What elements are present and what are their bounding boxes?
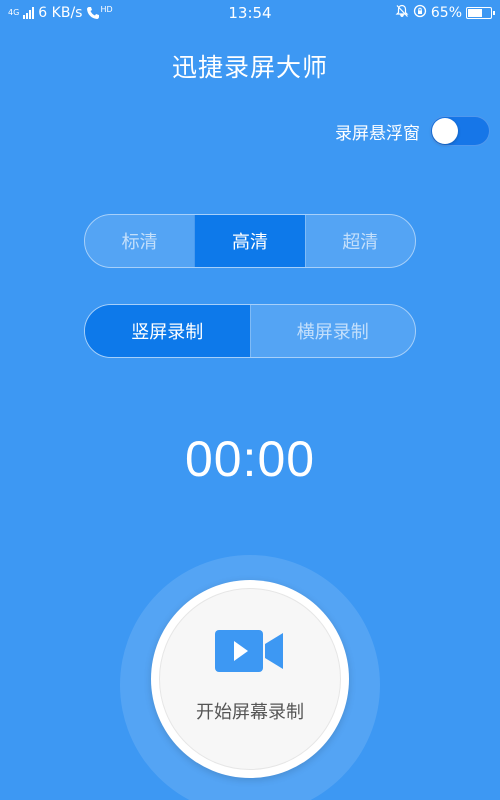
hd-badge: HD: [100, 5, 113, 14]
orientation-option-landscape[interactable]: 横屏录制: [249, 305, 415, 357]
start-recording-button[interactable]: 开始屏幕录制: [151, 580, 349, 778]
recording-timer: 00:00: [184, 431, 316, 487]
battery-percent: 65%: [430, 5, 462, 21]
toggle-knob: [432, 118, 458, 144]
floating-window-row: 录屏悬浮窗: [335, 116, 490, 146]
orientation-option-portrait[interactable]: 竖屏录制: [85, 305, 250, 357]
status-bar: 4G 6 KB/s HD 13:54 65%: [0, 0, 500, 26]
app-title: 迅捷录屏大师: [171, 53, 328, 82]
quality-option-high[interactable]: 高清: [194, 215, 305, 267]
phone-hd-icon: HD: [86, 5, 113, 20]
quality-selector: 标清 高清 超清: [84, 214, 416, 268]
status-left: 4G 6 KB/s HD: [8, 5, 113, 21]
record-button-ring: [159, 588, 341, 770]
network-type: 4G: [8, 8, 20, 17]
rotation-lock-icon: [413, 4, 427, 22]
battery-icon: [466, 7, 495, 19]
orientation-selector: 竖屏录制 横屏录制: [84, 304, 416, 358]
network-speed: 6 KB/s: [38, 5, 83, 21]
quality-option-standard[interactable]: 标清: [85, 215, 195, 267]
status-right: 65%: [395, 4, 495, 22]
start-recording-label: 开始屏幕录制: [196, 702, 304, 723]
signal-icon: [23, 7, 35, 19]
floating-window-label: 录屏悬浮窗: [335, 123, 420, 144]
floating-window-toggle[interactable]: [430, 116, 490, 146]
quality-option-ultra[interactable]: 超清: [304, 215, 415, 267]
mute-bell-icon: [395, 4, 409, 22]
video-camera-icon: [215, 628, 285, 678]
